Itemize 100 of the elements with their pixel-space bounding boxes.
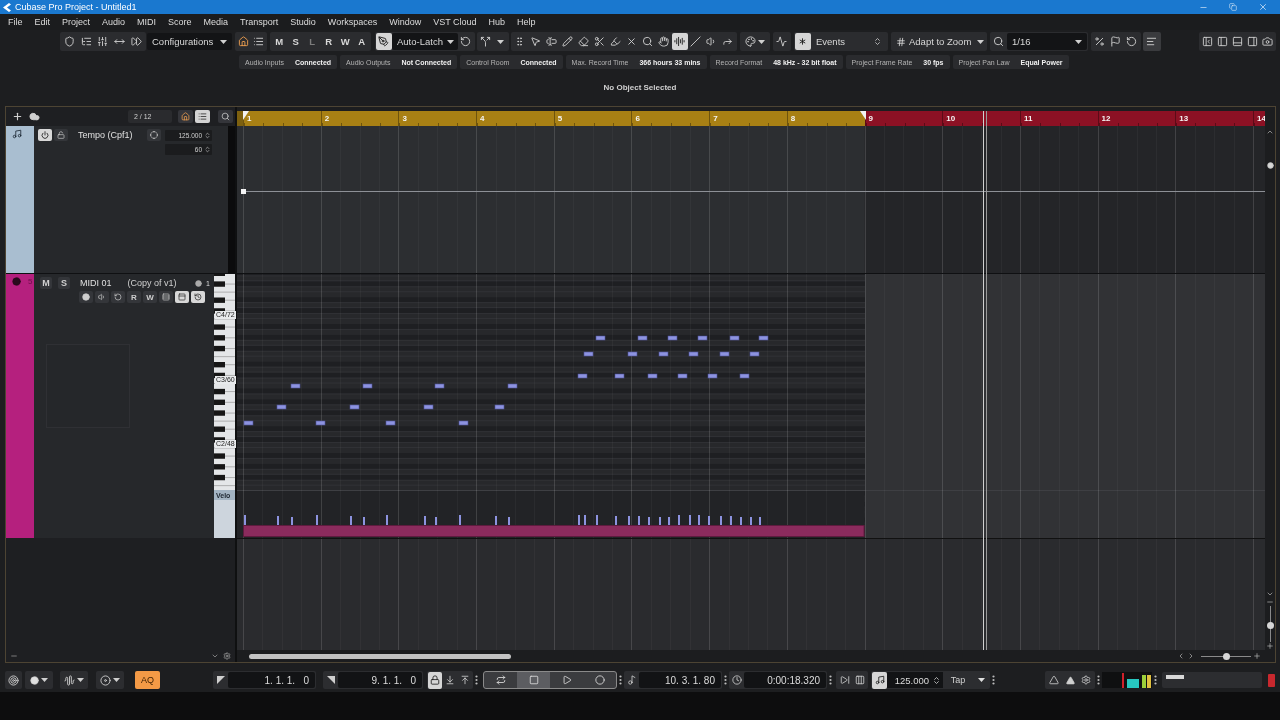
menu-item[interactable]: Hub <box>482 14 512 30</box>
track-toggle-button[interactable]: W <box>143 291 157 303</box>
audio-mode-dropdown[interactable] <box>60 671 88 689</box>
mute-button[interactable]: M <box>40 277 52 289</box>
midi-mode-dropdown[interactable] <box>96 671 124 689</box>
midi-note[interactable] <box>276 404 287 410</box>
automation-mode-dropdown[interactable]: Auto-Latch <box>392 33 458 50</box>
position-field[interactable]: 10. 3. 1. 80 <box>639 672 721 688</box>
automation-toggle[interactable]: R <box>320 33 337 50</box>
quantize-dropdown[interactable]: 1/16 <box>1007 33 1087 50</box>
menu-item[interactable]: Workspaces <box>321 14 384 30</box>
tool-button[interactable] <box>656 33 672 50</box>
midi-note[interactable] <box>647 373 658 379</box>
ruler-segment[interactable]: 13 <box>1175 111 1253 126</box>
list-button[interactable] <box>195 110 210 123</box>
snap-type-dropdown[interactable]: Events <box>811 33 887 50</box>
menu-item[interactable]: Studio <box>284 14 322 30</box>
automation-toggle[interactable]: W <box>337 33 354 50</box>
menu-item[interactable]: Audio <box>96 14 132 30</box>
record-mode-dropdown[interactable] <box>25 671 53 689</box>
menu-item[interactable]: Score <box>162 14 198 30</box>
position-field[interactable]: 9. 1. 1. 0 <box>338 672 422 688</box>
midi-note[interactable] <box>577 373 588 379</box>
midi-note[interactable] <box>697 335 708 341</box>
midi-note[interactable] <box>739 373 750 379</box>
tool-button[interactable] <box>560 33 576 50</box>
zoom-handle[interactable] <box>1266 621 1274 629</box>
midi-note[interactable] <box>688 351 699 357</box>
midi-note[interactable] <box>243 420 254 426</box>
midi-note[interactable] <box>658 351 669 357</box>
position-field[interactable]: 0:00:18.320 <box>744 672 826 688</box>
midi-note[interactable] <box>729 335 740 341</box>
track-toggle-button[interactable] <box>79 291 93 303</box>
menu-item[interactable]: VST Cloud <box>427 14 483 30</box>
zoom-slider[interactable] <box>1266 606 1274 642</box>
solo-button[interactable]: S <box>58 277 70 289</box>
toolbar-button[interactable] <box>376 33 392 50</box>
color-dropdown[interactable] <box>740 32 770 51</box>
ruler-segment[interactable]: 7 <box>709 111 787 126</box>
automation-toggle[interactable]: A <box>353 33 370 50</box>
power-button[interactable] <box>38 129 52 141</box>
midi-note[interactable] <box>595 335 606 341</box>
snap-toggle[interactable] <box>795 33 811 50</box>
menu-item[interactable]: Window <box>383 14 428 30</box>
track-toggle-button[interactable]: R <box>127 291 141 303</box>
midi-note[interactable] <box>667 335 678 341</box>
midi-note[interactable] <box>349 404 360 410</box>
track-toggle-button[interactable] <box>159 291 173 303</box>
midi-note[interactable] <box>434 383 445 389</box>
midi-note[interactable] <box>290 383 301 389</box>
automation-toggle[interactable]: S <box>287 33 304 50</box>
ruler-segment[interactable]: 4 <box>476 111 554 126</box>
midi-note[interactable] <box>719 351 730 357</box>
toolbar-button[interactable] <box>773 32 791 51</box>
menu-item[interactable]: MIDI <box>131 14 163 30</box>
lock-button[interactable] <box>428 671 442 689</box>
midi-note[interactable] <box>423 404 434 410</box>
midi-note[interactable] <box>362 383 373 389</box>
midi-note[interactable] <box>583 351 594 357</box>
menu-item[interactable]: Edit <box>28 14 57 30</box>
auto-quantize-button[interactable]: AQ <box>135 671 160 689</box>
midi-note[interactable] <box>385 420 396 426</box>
search-button[interactable] <box>218 110 233 123</box>
midi-note[interactable] <box>614 373 625 379</box>
midi-note[interactable] <box>494 404 505 410</box>
grid-type-dropdown[interactable]: Adapt to Zoom <box>891 32 987 51</box>
house-button[interactable] <box>178 110 193 123</box>
tool-button[interactable] <box>672 33 688 50</box>
lock-button[interactable] <box>54 129 68 141</box>
zoom-handle[interactable] <box>1222 652 1230 660</box>
midi-note[interactable] <box>749 351 760 357</box>
position-field[interactable]: 1. 1. 1. 0 <box>228 672 315 688</box>
tempo-field[interactable]: 125.000 <box>887 672 943 688</box>
tool-button[interactable] <box>688 33 704 50</box>
midi-note[interactable] <box>627 351 638 357</box>
toolbar-button[interactable] <box>1143 32 1161 51</box>
midi-note[interactable] <box>677 373 688 379</box>
scrollbar-thumb[interactable] <box>249 653 511 659</box>
menu-item[interactable]: File <box>2 14 29 30</box>
track-toggle-button[interactable] <box>191 291 205 303</box>
menu-item[interactable]: Media <box>197 14 235 30</box>
automation-toggle[interactable]: M <box>271 33 288 50</box>
ruler-segment[interactable]: 11 <box>1019 111 1098 126</box>
menu-item[interactable]: Project <box>56 14 97 30</box>
configurations-dropdown[interactable]: Configurations <box>147 33 232 50</box>
track-toggle-button[interactable] <box>111 291 125 303</box>
right-locator-icon[interactable] <box>859 111 866 120</box>
square-node-icon[interactable] <box>241 189 246 194</box>
tap-button[interactable]: Tap <box>943 672 973 688</box>
menu-item[interactable]: Help <box>511 14 542 30</box>
menu-item[interactable]: Transport <box>234 14 285 30</box>
transport-button[interactable] <box>517 672 550 688</box>
ruler-segment[interactable]: 10 <box>942 111 1020 126</box>
sync-button[interactable] <box>147 129 161 141</box>
midi-note[interactable] <box>507 383 518 389</box>
track-toggle-button[interactable] <box>175 291 189 303</box>
ruler-segment[interactable]: 12 <box>1097 111 1176 126</box>
midi-note[interactable] <box>458 420 469 426</box>
tempo-track-toggle[interactable] <box>872 671 887 689</box>
midi-note[interactable] <box>758 335 769 341</box>
